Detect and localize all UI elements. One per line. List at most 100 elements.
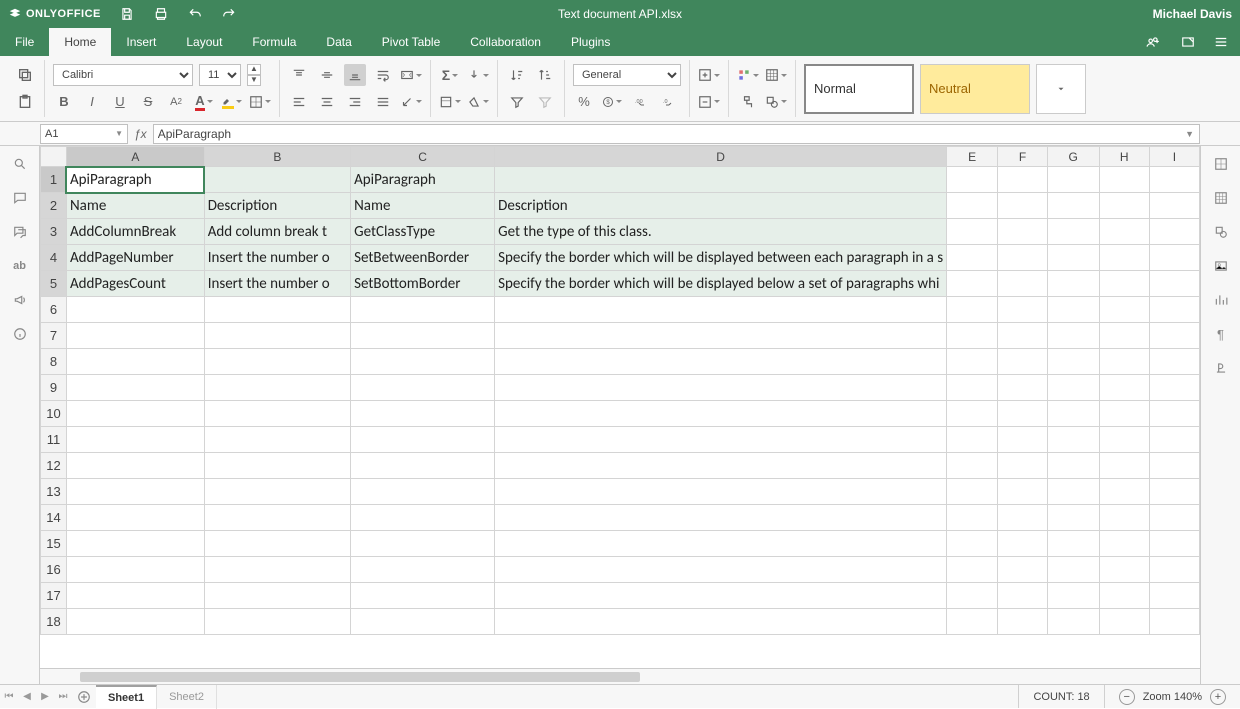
cell-E9[interactable] — [947, 375, 998, 401]
row-header-17[interactable]: 17 — [41, 583, 67, 609]
sheet-nav-first[interactable]: ⏮ — [0, 691, 18, 702]
sort-asc-button[interactable] — [506, 64, 528, 86]
cell-I3[interactable] — [1149, 219, 1199, 245]
cell-C6[interactable] — [351, 297, 495, 323]
cell-E11[interactable] — [947, 427, 998, 453]
cell-A15[interactable] — [66, 531, 204, 557]
cell-H16[interactable] — [1099, 557, 1149, 583]
cell-A14[interactable] — [66, 505, 204, 531]
cell-D3[interactable]: Get the type of this class. — [495, 219, 947, 245]
font-color-button[interactable]: A — [193, 91, 215, 113]
cell-H8[interactable] — [1099, 349, 1149, 375]
cell-A5[interactable]: AddPagesCount — [66, 271, 204, 297]
print-icon[interactable] — [153, 6, 169, 22]
cell-E7[interactable] — [947, 323, 998, 349]
col-header-D[interactable]: D — [495, 147, 947, 167]
open-location-icon[interactable] — [1180, 35, 1196, 49]
cell-I8[interactable] — [1149, 349, 1199, 375]
cell-D2[interactable]: Description — [495, 193, 947, 219]
orientation-button[interactable] — [400, 91, 422, 113]
row-header-13[interactable]: 13 — [41, 479, 67, 505]
col-header-F[interactable]: F — [998, 147, 1048, 167]
strike-button[interactable]: S — [137, 91, 159, 113]
zoom-in-button[interactable]: + — [1210, 689, 1226, 705]
col-header-I[interactable]: I — [1149, 147, 1199, 167]
cell-D14[interactable] — [495, 505, 947, 531]
menu-tab-home[interactable]: Home — [49, 28, 111, 56]
cell-B4[interactable]: Insert the number o — [204, 245, 350, 271]
cell-F7[interactable] — [998, 323, 1048, 349]
cell-H3[interactable] — [1099, 219, 1149, 245]
cell-A13[interactable] — [66, 479, 204, 505]
cell-F13[interactable] — [998, 479, 1048, 505]
cell-B1[interactable] — [204, 167, 350, 193]
cell-E1[interactable] — [947, 167, 998, 193]
cell-F1[interactable] — [998, 167, 1048, 193]
row-header-4[interactable]: 4 — [41, 245, 67, 271]
zoom-out-button[interactable]: − — [1119, 689, 1135, 705]
cell-G9[interactable] — [1047, 375, 1099, 401]
search-icon[interactable] — [10, 154, 30, 174]
copy-icon[interactable] — [14, 64, 36, 86]
cell-H10[interactable] — [1099, 401, 1149, 427]
cell-I16[interactable] — [1149, 557, 1199, 583]
cell-A2[interactable]: Name — [66, 193, 204, 219]
select-all-corner[interactable] — [41, 147, 67, 167]
menu-tab-formula[interactable]: Formula — [237, 28, 311, 56]
row-header-14[interactable]: 14 — [41, 505, 67, 531]
cell-C4[interactable]: SetBetweenBorder — [351, 245, 495, 271]
cell-A9[interactable] — [66, 375, 204, 401]
percent-button[interactable]: % — [573, 91, 595, 113]
currency-button[interactable]: $ — [601, 91, 623, 113]
highlight-color-button[interactable] — [221, 91, 243, 113]
cell-D16[interactable] — [495, 557, 947, 583]
cell-I14[interactable] — [1149, 505, 1199, 531]
sheet-nav-last[interactable]: ⏭ — [54, 691, 72, 702]
cell-E15[interactable] — [947, 531, 998, 557]
cell-H9[interactable] — [1099, 375, 1149, 401]
cell-H15[interactable] — [1099, 531, 1149, 557]
cell-E3[interactable] — [947, 219, 998, 245]
cell-I10[interactable] — [1149, 401, 1199, 427]
row-header-11[interactable]: 11 — [41, 427, 67, 453]
cell-A1[interactable]: ApiParagraph — [66, 167, 204, 193]
cell-C5[interactable]: SetBottomBorder — [351, 271, 495, 297]
cell-B9[interactable] — [204, 375, 350, 401]
cell-B17[interactable] — [204, 583, 350, 609]
cell-C2[interactable]: Name — [351, 193, 495, 219]
cell-F11[interactable] — [998, 427, 1048, 453]
cell-H18[interactable] — [1099, 609, 1149, 635]
cell-H13[interactable] — [1099, 479, 1149, 505]
conditional-format-button[interactable] — [737, 64, 759, 86]
row-header-5[interactable]: 5 — [41, 271, 67, 297]
formula-expand-icon[interactable]: ▼ — [1185, 129, 1194, 139]
cell-G12[interactable] — [1047, 453, 1099, 479]
about-icon[interactable] — [10, 324, 30, 344]
cell-style-neutral[interactable]: Neutral — [920, 64, 1030, 114]
clear-button[interactable] — [467, 91, 489, 113]
sheet-tab-sheet1[interactable]: Sheet1 — [96, 685, 157, 709]
cell-G7[interactable] — [1047, 323, 1099, 349]
share-icon[interactable] — [1144, 35, 1162, 49]
sheet-nav-next[interactable]: ▶ — [36, 691, 54, 702]
cell-C15[interactable] — [351, 531, 495, 557]
cell-B10[interactable] — [204, 401, 350, 427]
wrap-text-button[interactable] — [372, 64, 394, 86]
cell-I4[interactable] — [1149, 245, 1199, 271]
align-center-button[interactable] — [316, 91, 338, 113]
cell-A3[interactable]: AddColumnBreak — [66, 219, 204, 245]
cell-G5[interactable] — [1047, 271, 1099, 297]
cell-D5[interactable]: Specify the border which will be display… — [495, 271, 947, 297]
cell-D7[interactable] — [495, 323, 947, 349]
cell-H17[interactable] — [1099, 583, 1149, 609]
col-header-E[interactable]: E — [947, 147, 998, 167]
col-header-A[interactable]: A — [66, 147, 204, 167]
sheet-nav-prev[interactable]: ◀ — [18, 691, 36, 702]
menu-tab-pivot-table[interactable]: Pivot Table — [367, 28, 455, 56]
paste-icon[interactable] — [14, 91, 36, 113]
align-right-button[interactable] — [344, 91, 366, 113]
cell-I15[interactable] — [1149, 531, 1199, 557]
font-size-up[interactable]: ▲ — [247, 64, 261, 75]
cell-I18[interactable] — [1149, 609, 1199, 635]
insert-cells-button[interactable] — [698, 64, 720, 86]
